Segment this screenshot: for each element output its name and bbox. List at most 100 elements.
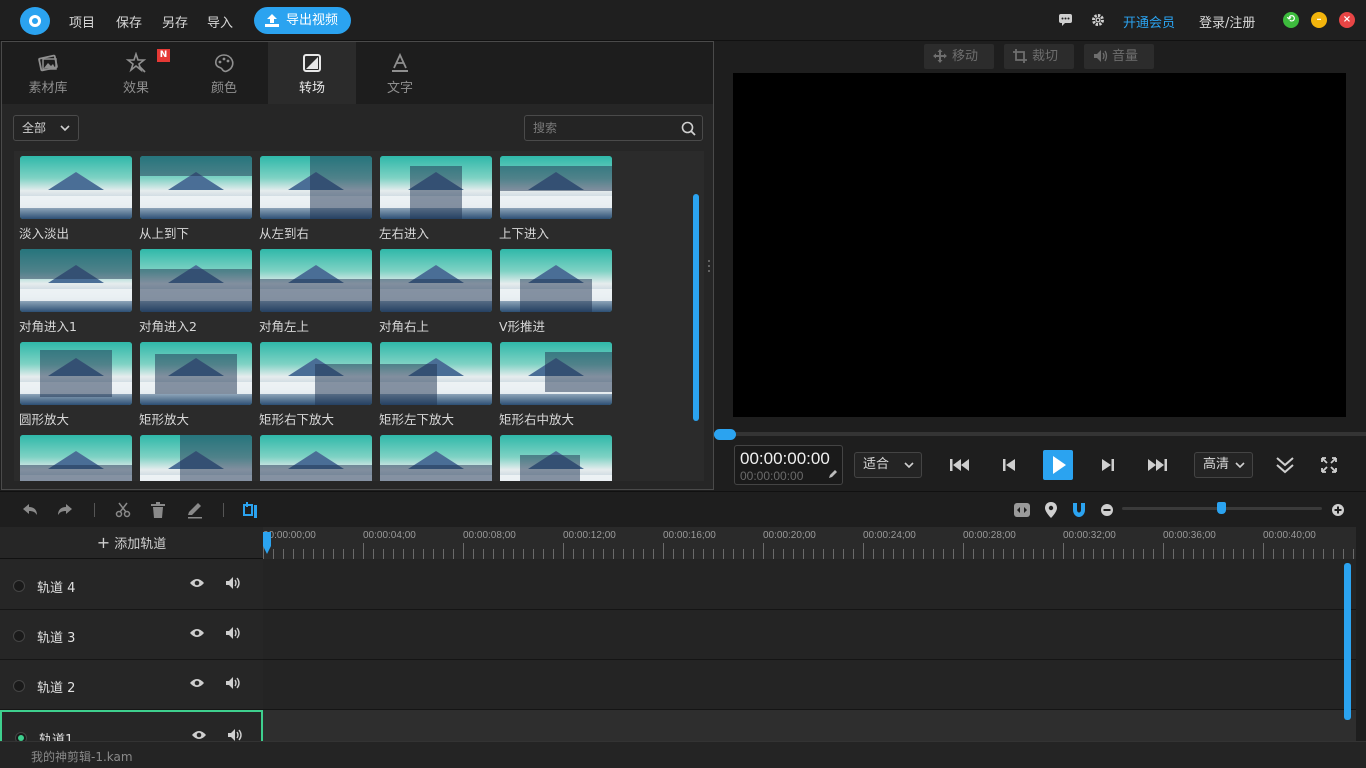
- transition-item[interactable]: 上下进入: [497, 153, 613, 241]
- restore-window-icon[interactable]: ⟲: [1283, 12, 1299, 28]
- ruler-label: 00:00:36;00: [1163, 530, 1216, 541]
- transition-item[interactable]: 矩形右下放大: [257, 339, 373, 427]
- speaker-audio-icon[interactable]: [225, 576, 243, 590]
- transition-item[interactable]: [497, 432, 613, 481]
- ruler-tick: [483, 549, 484, 559]
- quality-select[interactable]: 高清: [1194, 452, 1253, 478]
- menu-save[interactable]: 保存: [116, 12, 142, 31]
- tracks-area[interactable]: [263, 559, 1356, 741]
- move-button[interactable]: 移动: [924, 44, 994, 69]
- eye-visibility-icon[interactable]: [189, 627, 205, 639]
- cut-scissors-icon[interactable]: [114, 501, 132, 519]
- edit-pen-icon[interactable]: [828, 469, 838, 479]
- vip-link[interactable]: 开通会员: [1123, 12, 1175, 31]
- preview-progress-handle[interactable]: [714, 429, 736, 440]
- preview-progress-bar[interactable]: [714, 432, 1366, 436]
- login-link[interactable]: 登录/注册: [1199, 12, 1255, 31]
- tab-transition[interactable]: 转场: [268, 42, 356, 104]
- transition-item[interactable]: [257, 432, 373, 481]
- crop-button[interactable]: 裁切: [1004, 44, 1074, 69]
- undo-icon[interactable]: [21, 501, 39, 519]
- transition-item[interactable]: [377, 432, 493, 481]
- transition-item[interactable]: [17, 432, 133, 481]
- transition-item[interactable]: 矩形右中放大: [497, 339, 613, 427]
- tab-media-library[interactable]: 素材库: [4, 42, 92, 104]
- search-input[interactable]: 搜索: [524, 115, 703, 141]
- redo-icon[interactable]: [56, 501, 74, 519]
- delete-trash-icon[interactable]: [149, 501, 167, 519]
- eye-visibility-icon[interactable]: [189, 577, 205, 589]
- zoom-out-icon[interactable]: [1098, 501, 1116, 519]
- menu-save-as[interactable]: 另存: [162, 12, 188, 31]
- menu-project[interactable]: 项目: [69, 12, 95, 31]
- fullscreen-icon[interactable]: [1316, 453, 1342, 477]
- timecode-display[interactable]: 00:00:00:00 00:00:00:00: [734, 445, 843, 485]
- track-select-radio[interactable]: [13, 680, 25, 692]
- settings-gear-icon[interactable]: [1091, 13, 1105, 27]
- ruler-tick: [1233, 549, 1234, 559]
- track-select-radio[interactable]: [13, 630, 25, 642]
- track-header[interactable]: 轨道 4: [0, 560, 263, 610]
- menu-import[interactable]: 导入: [207, 12, 233, 31]
- playhead-marker[interactable]: [263, 532, 271, 554]
- snap-magnet-icon[interactable]: [1070, 501, 1088, 519]
- tab-color[interactable]: 颜色: [180, 42, 268, 104]
- search-icon[interactable]: [681, 121, 696, 136]
- split-clip-icon[interactable]: [242, 501, 260, 519]
- zoom-slider-thumb[interactable]: [1217, 502, 1226, 514]
- tab-text[interactable]: 文字: [356, 42, 444, 104]
- ruler-label: 00:00:20;00: [763, 530, 816, 541]
- transition-item[interactable]: 矩形左下放大: [377, 339, 493, 427]
- transition-item[interactable]: 对角右上: [377, 246, 493, 334]
- panel-resize-handle[interactable]: [707, 258, 711, 274]
- speaker-audio-icon[interactable]: [225, 676, 243, 690]
- transition-item[interactable]: 圆形放大: [17, 339, 133, 427]
- grid-scrollbar[interactable]: [693, 194, 699, 421]
- transition-item[interactable]: V形推进: [497, 246, 613, 334]
- transition-item[interactable]: 淡入淡出: [17, 153, 133, 241]
- previous-frame-icon[interactable]: [996, 453, 1022, 477]
- ruler-tick: [763, 543, 764, 559]
- jump-to-end-icon[interactable]: [1145, 453, 1171, 477]
- feedback-icon[interactable]: [1058, 13, 1073, 27]
- next-frame-icon[interactable]: [1095, 453, 1121, 477]
- track-header[interactable]: 轨道 2: [0, 660, 263, 710]
- volume-button[interactable]: 音量: [1084, 44, 1154, 69]
- track-select-radio[interactable]: [13, 580, 25, 592]
- category-dropdown[interactable]: 全部: [13, 115, 79, 141]
- timecode-main: 00:00:00:00: [740, 449, 830, 468]
- speaker-audio-icon[interactable]: [227, 728, 245, 742]
- transition-item[interactable]: [137, 432, 253, 481]
- zoom-in-icon[interactable]: [1329, 501, 1347, 519]
- fit-timeline-icon[interactable]: [1013, 501, 1031, 519]
- edit-pencil-icon[interactable]: [186, 501, 204, 519]
- transition-item[interactable]: 对角进入2: [137, 246, 253, 334]
- export-video-button[interactable]: 导出视频: [254, 7, 351, 34]
- collapse-down-icon[interactable]: [1272, 453, 1298, 477]
- ruler-tick: [1293, 549, 1294, 559]
- add-track-button[interactable]: + 添加轨道: [0, 527, 263, 559]
- eye-visibility-icon[interactable]: [189, 677, 205, 689]
- speaker-audio-icon[interactable]: [225, 626, 243, 640]
- timeline-vertical-scrollbar[interactable]: [1344, 563, 1351, 720]
- close-window-icon[interactable]: ×: [1339, 12, 1355, 28]
- transition-item[interactable]: 对角左上: [257, 246, 373, 334]
- jump-to-start-icon[interactable]: [946, 453, 972, 477]
- transition-item[interactable]: 左右进入: [377, 153, 493, 241]
- eye-visibility-icon[interactable]: [191, 729, 207, 741]
- track-header[interactable]: 轨道 3: [0, 610, 263, 660]
- minimize-window-icon[interactable]: –: [1311, 12, 1327, 28]
- fit-select[interactable]: 适合: [854, 452, 922, 478]
- preview-screen[interactable]: [733, 73, 1346, 417]
- play-button[interactable]: [1043, 450, 1073, 480]
- transition-item[interactable]: 从左到右: [257, 153, 373, 241]
- marker-pin-icon[interactable]: [1042, 501, 1060, 519]
- transition-item[interactable]: 从上到下: [137, 153, 253, 241]
- ruler-label: 00:00:04;00: [363, 530, 416, 541]
- track-headers: +添加轨道 轨道 4轨道 3轨道 2轨道1: [0, 527, 263, 760]
- timeline-ruler[interactable]: 00:00:00;00 00:00:04;00 00:00:08;00 00:00:1…: [263, 527, 1356, 559]
- transition-item[interactable]: 矩形放大: [137, 339, 253, 427]
- toolbar-divider: [223, 503, 224, 517]
- transition-item[interactable]: 对角进入1: [17, 246, 133, 334]
- track1-lane[interactable]: [263, 710, 1356, 741]
